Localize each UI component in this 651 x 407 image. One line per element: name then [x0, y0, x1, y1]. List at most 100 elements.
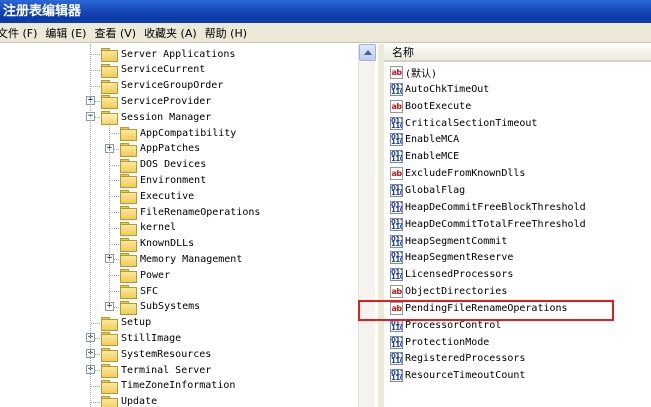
reg-dword-icon: 011 110: [390, 251, 403, 265]
folder-icon: [101, 348, 118, 363]
registry-value-row[interactable]: 011 110 HeapSegmentReserve: [390, 249, 513, 266]
folder-icon: [101, 48, 118, 62]
menu-favorites[interactable]: 收藏夹 (A): [144, 25, 205, 41]
tree-item-label: SFC: [140, 285, 159, 297]
tree-item-label: Terminal Server: [121, 364, 212, 376]
registry-value-row[interactable]: 011 110 HeapDeCommitFreeBlockThreshold: [390, 199, 586, 216]
menu-file[interactable]: 文件 (F): [0, 25, 45, 41]
registry-value-row[interactable]: 011 110 HeapSegmentCommit: [390, 233, 507, 250]
tree-connector: [91, 69, 100, 71]
tree-connector: [110, 275, 119, 277]
tree-item[interactable]: AppCompatibility: [120, 125, 236, 141]
registry-value-row[interactable]: 011 110 LicensedProcessors: [390, 266, 513, 283]
registry-value-row[interactable]: 011 110 ProtectionMode: [390, 334, 489, 351]
registry-value-name: HeapDeCommitTotalFreeThreshold: [405, 218, 586, 230]
registry-value-row[interactable]: 011 110 CriticalSectionTimeout: [390, 115, 537, 132]
menu-help[interactable]: 帮助 (H): [205, 25, 255, 41]
tree-connector: [110, 164, 119, 166]
folder-icon: [120, 221, 137, 236]
tree-item[interactable]: ServiceProvider: [101, 93, 211, 110]
tree-item[interactable]: Update: [101, 394, 157, 407]
tree-item[interactable]: Terminal Server: [101, 362, 211, 378]
tree-connector: [91, 385, 100, 387]
registry-value-row[interactable]: 011 110 RegisteredProcessors: [390, 350, 525, 367]
tree-item[interactable]: ServiceCurrent: [101, 62, 205, 78]
folder-icon: [120, 237, 137, 252]
tree-item-label: TimeZoneInformation: [121, 380, 236, 392]
folder-icon: [120, 253, 137, 268]
tree-item[interactable]: SFC: [120, 283, 158, 299]
reg-sz-icon: ab: [390, 167, 403, 181]
tree-vertical-scrollbar[interactable]: [358, 44, 376, 407]
tree-connector: [110, 291, 119, 292]
folder-icon: [101, 364, 118, 378]
registry-value-row[interactable]: 011 110 GlobalFlag: [390, 182, 465, 199]
tree-item[interactable]: SubSystems: [120, 299, 200, 315]
registry-value-row[interactable]: ab BootExecute: [390, 98, 471, 115]
registry-value-name: LicensedProcessors: [405, 269, 514, 281]
reg-dword-icon: 011 110: [390, 217, 403, 231]
tree-item-label: SystemResources: [121, 348, 212, 360]
folder-icon: [101, 79, 118, 94]
tree-connector: [91, 54, 100, 55]
window-title: 注册表编辑器: [0, 0, 651, 23]
tree-item[interactable]: ServiceGroupOrder: [101, 78, 223, 94]
menu-edit[interactable]: 编辑 (E): [45, 25, 94, 41]
tree-item[interactable]: kernel: [120, 220, 176, 236]
registry-value-list[interactable]: 名称 ab (默认) 011 110 AutoChkTimeOut ab BootExecu…: [384, 44, 651, 407]
column-header-name[interactable]: 名称: [384, 44, 651, 62]
registry-value-name: (默认): [405, 69, 438, 80]
tree-item[interactable]: Session Manager: [101, 109, 211, 126]
tree-item[interactable]: KnownDLLs: [120, 236, 194, 252]
tree-item-label: Memory Management: [140, 253, 243, 265]
registry-value-row[interactable]: 011 110 EnableMCA: [390, 131, 459, 148]
scroll-up-arrow-icon[interactable]: [359, 44, 376, 61]
registry-value-row[interactable]: ab ExcludeFromKnownDlls: [390, 165, 525, 182]
registry-value-row[interactable]: 011 110 EnableMCE: [390, 148, 459, 165]
registry-value-row[interactable]: 011 110 HeapDeCommitTotalFreeThreshold: [390, 216, 586, 233]
registry-value-row[interactable]: 011 110 AutoChkTimeOut: [390, 81, 489, 98]
tree-item-label: KnownDLLs: [140, 238, 195, 250]
tree-item-label: Update: [121, 396, 158, 407]
tree-connector: [91, 85, 100, 87]
folder-icon: [101, 395, 118, 407]
tree-item-label: ServiceCurrent: [121, 64, 206, 76]
tree-connector: [110, 212, 119, 213]
tree-connector: [91, 322, 100, 324]
tree-item[interactable]: Executive: [120, 188, 194, 205]
registry-value-row[interactable]: ab (默认): [390, 64, 437, 81]
registry-value-name: HeapSegmentCommit: [405, 235, 508, 247]
reg-sz-icon: ab: [390, 285, 403, 299]
tree-item[interactable]: Server Applications: [101, 46, 235, 62]
registry-value-row[interactable]: ab ObjectDirectories: [390, 283, 507, 300]
tree-item[interactable]: StillImage: [101, 330, 181, 347]
tree-item[interactable]: TimeZoneInformation: [101, 378, 235, 394]
folder-icon: [120, 158, 137, 173]
tree-connector: [110, 196, 119, 198]
menu-bar: 文件 (F) 编辑 (E) 查看 (V) 收藏夹 (A) 帮助 (H): [0, 23, 651, 43]
tree-item-label: Server Applications: [121, 48, 236, 60]
tree-connector: [91, 401, 100, 403]
registry-value-name: EnableMCE: [405, 151, 460, 163]
reg-sz-icon: ab: [390, 66, 403, 79]
tree-item[interactable]: Environment: [120, 172, 206, 189]
reg-dword-icon: 011 110: [390, 352, 403, 366]
reg-dword-icon: 011 110: [390, 268, 403, 282]
registry-value-row[interactable]: 011 110 ResourceTimeoutCount: [390, 367, 525, 384]
tree-item[interactable]: Power: [120, 267, 170, 284]
tree-item-label: Setup: [121, 317, 152, 329]
tree-item[interactable]: AppPatches: [120, 141, 200, 157]
tree-item[interactable]: Setup: [101, 315, 151, 331]
tree-item[interactable]: FileRenameOperations: [120, 204, 260, 220]
folder-icon: [120, 127, 137, 141]
tree-item[interactable]: SystemResources: [101, 346, 212, 363]
folder-icon: [101, 95, 118, 110]
folder-icon: [120, 174, 137, 189]
menu-view[interactable]: 查看 (V): [94, 25, 144, 41]
registry-value-name: ResourceTimeoutCount: [405, 370, 526, 382]
reg-sz-icon: ab: [390, 99, 403, 113]
tree-item[interactable]: DOS Devices: [120, 157, 206, 173]
tree-item[interactable]: Memory Management: [120, 251, 243, 268]
registry-key-tree[interactable]: Server Applications ServiceCurrent Service…: [0, 44, 378, 407]
folder-icon: [120, 269, 137, 284]
